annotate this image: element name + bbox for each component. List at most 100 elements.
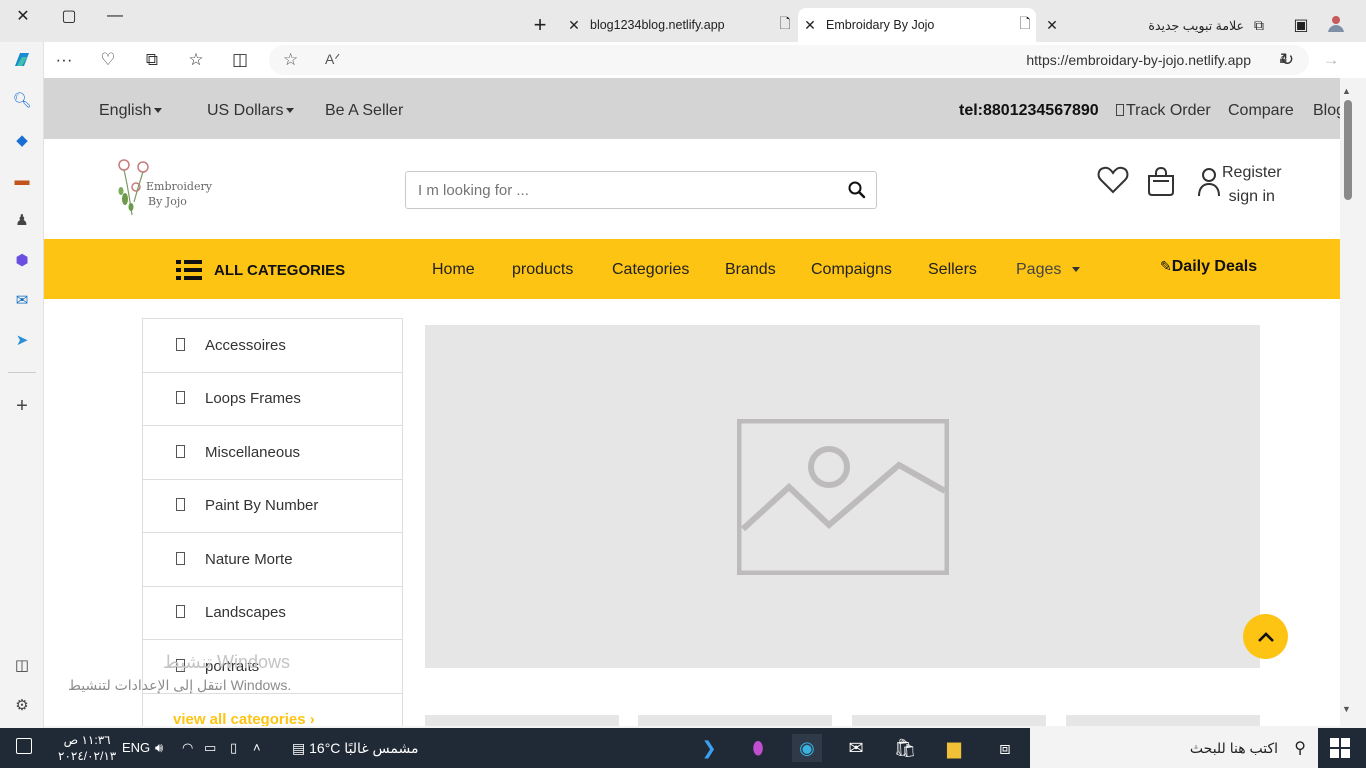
new-tab-button[interactable]: + (517, 8, 563, 42)
language-indicator[interactable]: ENG (122, 740, 150, 755)
user-icon[interactable] (1197, 166, 1221, 198)
shopping-icon[interactable]: ◆ (10, 128, 34, 152)
category-item[interactable]: Nature Morte (143, 533, 402, 587)
read-aloud-icon[interactable]: Aᐟ (325, 51, 340, 68)
volume-icon[interactable]: 🔊︎ (155, 740, 163, 756)
scroll-down-arrow-icon[interactable]: ▼ (1342, 704, 1351, 714)
currency-dropdown[interactable]: US Dollars (207, 102, 295, 120)
category-icon (176, 552, 185, 565)
product-tile[interactable] (425, 715, 619, 726)
scroll-up-arrow-icon[interactable]: ▲ (1342, 86, 1351, 96)
drop-icon[interactable]: ➤ (10, 328, 34, 352)
add-favorite-icon[interactable]: ☆ (283, 50, 298, 70)
top-strip: English US Dollars Be A Seller tel:88012… (44, 78, 1340, 139)
all-categories-label: ALL CATEGORIES (214, 261, 346, 279)
nav-home[interactable]: Home (432, 261, 475, 279)
copilot-icon[interactable] (10, 48, 34, 72)
tab-embroidary[interactable]: ✕ Embroidary By Jojo 🗋 (798, 8, 1036, 42)
search-icon[interactable] (847, 180, 867, 200)
minimize-window-button[interactable]: — (92, 0, 138, 32)
more-menu-icon[interactable]: ··· (48, 46, 80, 74)
tools-icon[interactable]: ▬ (10, 168, 34, 192)
nav-products[interactable]: products (512, 261, 573, 279)
language-dropdown[interactable]: English (99, 102, 163, 120)
clock[interactable]: ١١:٣٦ ص ٢٠٢٤/٠٢/١٣ (58, 732, 116, 764)
close-tab-icon[interactable]: ✕ (798, 17, 822, 34)
wishlist-heart-icon[interactable] (1097, 165, 1129, 195)
category-item[interactable]: Accessoires (143, 319, 402, 373)
wifi-icon[interactable]: ◠ (182, 740, 193, 756)
category-icon (176, 445, 185, 458)
register-link[interactable]: Register (1222, 161, 1282, 185)
compare-link[interactable]: Compare (1228, 102, 1294, 120)
daily-deals-link[interactable]: ✎Daily Deals (1160, 258, 1257, 276)
split-screen-icon[interactable]: ◫ (224, 46, 256, 74)
weather-widget[interactable]: ▤ 16°C مشمس غالبًا (292, 740, 418, 757)
task-view-icon[interactable]: ⧈ (990, 734, 1020, 762)
site-header: Embroidery By Jojo Register sign in (44, 139, 1340, 239)
chevron-up-icon[interactable]: ˄ (253, 740, 261, 755)
taskbar-search-placeholder: اكتب هنا للبحث (1189, 740, 1278, 756)
nav-compaigns[interactable]: Compaigns (811, 261, 892, 279)
nav-brands[interactable]: Brands (725, 261, 776, 279)
hero-banner[interactable] (425, 325, 1260, 668)
scroll-thumb[interactable] (1344, 100, 1352, 200)
nav-pages-dropdown[interactable]: Pages (1016, 261, 1080, 279)
notification-center-icon[interactable] (16, 738, 32, 754)
profile-avatar[interactable] (1316, 6, 1356, 40)
category-item[interactable]: Landscapes (143, 586, 402, 640)
view-all-categories-link[interactable]: view all categories › (173, 711, 315, 726)
nav-sellers[interactable]: Sellers (928, 261, 977, 279)
outlook-icon[interactable]: ✉ (10, 288, 34, 312)
store-icon[interactable]: 🛍︎ (890, 734, 920, 762)
performance-icon[interactable]: ♡ (92, 46, 124, 74)
mail-icon[interactable]: ✉ (841, 734, 871, 762)
category-icon (176, 498, 185, 511)
add-icon[interactable]: + (10, 394, 34, 418)
edge-browser-icon[interactable]: ◉ (792, 734, 822, 762)
url-text[interactable]: https://embroidary-by-jojo.netlify.app (1026, 52, 1251, 68)
search-icon[interactable]: 🔍︎ (10, 88, 34, 112)
forward-icon[interactable]: → (1315, 46, 1347, 74)
category-item[interactable]: Miscellaneous (143, 426, 402, 480)
product-tile[interactable] (638, 715, 832, 726)
tag-icon: ✎ (1160, 258, 1172, 274)
blog-link[interactable]: Blog (1313, 102, 1340, 120)
close-window-button[interactable]: ✕ (0, 0, 46, 32)
windows-start-icon[interactable] (1330, 738, 1350, 758)
track-order-link[interactable]: Track Order (1116, 102, 1211, 120)
tab-blog[interactable]: ✕ blog1234blog.netlify.app 🗋 (562, 8, 796, 42)
nav-categories[interactable]: Categories (612, 261, 689, 279)
cart-bag-icon[interactable] (1145, 165, 1177, 197)
scroll-to-top-button[interactable] (1243, 614, 1288, 659)
restore-window-button[interactable]: ▢ (46, 0, 92, 32)
taskbar-search[interactable]: اكتب هنا للبحث ⚲ (1030, 728, 1318, 768)
vscode-icon[interactable]: ❯ (694, 734, 724, 762)
hide-sidebar-icon[interactable]: ◫ (10, 653, 34, 677)
battery-icon[interactable]: ▭ (204, 740, 216, 756)
search-input[interactable] (405, 171, 877, 209)
favorites-icon[interactable]: ☆ (180, 46, 212, 74)
games-icon[interactable]: ♟ (10, 208, 34, 232)
reload-icon[interactable]: ↻ (1271, 46, 1303, 74)
all-categories-button[interactable]: ALL CATEGORIES (176, 259, 345, 281)
product-tile[interactable] (1066, 715, 1260, 726)
be-seller-link[interactable]: Be A Seller (325, 102, 403, 120)
category-icon (176, 391, 185, 404)
phone-link[interactable]: tel:8801234567890 (959, 102, 1099, 120)
chevron-down-icon (286, 108, 295, 114)
file-explorer-icon[interactable]: ▆ (939, 734, 969, 762)
tab-new-tab[interactable]: ✕ علامة تبويب جديدة ⧉ (1040, 8, 1270, 42)
sign-in-link[interactable]: sign in (1222, 185, 1282, 209)
collections-icon[interactable]: ⧉ (136, 46, 168, 74)
close-tab-icon[interactable]: ✕ (562, 17, 586, 34)
product-tile[interactable] (852, 715, 1046, 726)
url-box[interactable]: ☆ Aᐟ https://embroidary-by-jojo.netlify.… (269, 45, 1309, 75)
paint-icon[interactable]: ⬮ (743, 734, 773, 762)
category-item[interactable]: Paint By Number (143, 479, 402, 533)
close-tab-icon[interactable]: ✕ (1040, 17, 1064, 34)
device-icon[interactable]: ▯ (230, 740, 237, 756)
category-item[interactable]: Loops Frames (143, 372, 402, 426)
settings-gear-icon[interactable]: ⚙ (10, 693, 34, 717)
microsoft365-icon[interactable]: ⬢ (10, 248, 34, 272)
